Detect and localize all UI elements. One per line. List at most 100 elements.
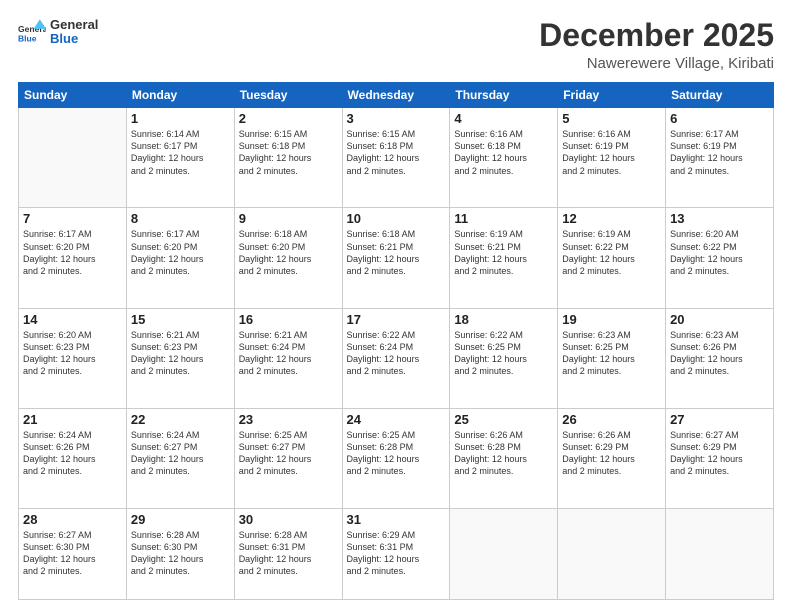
day-info: Sunrise: 6:27 AM Sunset: 6:30 PM Dayligh… <box>23 529 122 578</box>
day-number: 29 <box>131 512 230 527</box>
day-info: Sunrise: 6:20 AM Sunset: 6:22 PM Dayligh… <box>670 228 769 277</box>
logo-general-text: General <box>50 18 98 32</box>
calendar-cell: 28Sunrise: 6:27 AM Sunset: 6:30 PM Dayli… <box>19 509 127 600</box>
calendar-cell: 26 Sunrise: 6:26 AM Sunset: 6:29 PM Dayli… <box>558 408 666 508</box>
calendar-cell: 29 Sunrise: 6:28 AM Sunset: 6:30 PM Dayli… <box>126 509 234 600</box>
day-info: Sunrise: 6:24 AM Sunset: 6:26 PM Dayligh… <box>23 429 122 478</box>
page: General Blue General Blue December 2025 … <box>0 0 792 612</box>
location-title: Nawerewere Village, Kiribati <box>539 55 774 72</box>
day-info: Sunrise: 6:26 AM Sunset: 6:29 PM Dayligh… <box>562 429 661 478</box>
day-number: 13 <box>670 211 769 226</box>
calendar-cell: 21Sunrise: 6:24 AM Sunset: 6:26 PM Dayli… <box>19 408 127 508</box>
day-info: Sunrise: 6:28 AM Sunset: 6:31 PM Dayligh… <box>239 529 338 578</box>
day-number: 23 <box>239 412 338 427</box>
calendar-cell: 25 Sunrise: 6:26 AM Sunset: 6:28 PM Dayli… <box>450 408 558 508</box>
logo-blue-text: Blue <box>50 32 98 46</box>
day-info: Sunrise: 6:20 AM Sunset: 6:23 PM Dayligh… <box>23 329 122 378</box>
col-header-tuesday: Tuesday <box>234 83 342 108</box>
calendar-cell: 4 Sunrise: 6:16 AM Sunset: 6:18 PM Daylig… <box>450 108 558 208</box>
day-info: Sunrise: 6:15 AM Sunset: 6:18 PM Dayligh… <box>239 128 338 177</box>
day-info: Sunrise: 6:29 AM Sunset: 6:31 PM Dayligh… <box>347 529 446 578</box>
calendar-cell <box>558 509 666 600</box>
calendar-cell: 2 Sunrise: 6:15 AM Sunset: 6:18 PM Daylig… <box>234 108 342 208</box>
calendar-cell: 17Sunrise: 6:22 AM Sunset: 6:24 PM Dayli… <box>342 308 450 408</box>
col-header-wednesday: Wednesday <box>342 83 450 108</box>
day-info: Sunrise: 6:17 AM Sunset: 6:19 PM Dayligh… <box>670 128 769 177</box>
calendar-cell: 6 Sunrise: 6:17 AM Sunset: 6:19 PM Daylig… <box>666 108 774 208</box>
calendar-cell <box>450 509 558 600</box>
day-info: Sunrise: 6:27 AM Sunset: 6:29 PM Dayligh… <box>670 429 769 478</box>
day-number: 26 <box>562 412 661 427</box>
col-header-thursday: Thursday <box>450 83 558 108</box>
day-info: Sunrise: 6:26 AM Sunset: 6:28 PM Dayligh… <box>454 429 553 478</box>
calendar-week-row: 14 Sunrise: 6:20 AM Sunset: 6:23 PM Dayli… <box>19 308 774 408</box>
col-header-saturday: Saturday <box>666 83 774 108</box>
calendar-cell: 15 Sunrise: 6:21 AM Sunset: 6:23 PM Dayli… <box>126 308 234 408</box>
day-info: Sunrise: 6:16 AM Sunset: 6:19 PM Dayligh… <box>562 128 661 177</box>
logo-icon: General Blue <box>18 18 46 46</box>
day-number: 2 <box>239 111 338 126</box>
day-number: 30 <box>239 512 338 527</box>
day-info: Sunrise: 6:23 AM Sunset: 6:26 PM Dayligh… <box>670 329 769 378</box>
calendar-cell: 11 Sunrise: 6:19 AM Sunset: 6:21 PM Dayli… <box>450 208 558 308</box>
day-number: 20 <box>670 312 769 327</box>
calendar-cell: 14 Sunrise: 6:20 AM Sunset: 6:23 PM Dayli… <box>19 308 127 408</box>
day-info: Sunrise: 6:19 AM Sunset: 6:21 PM Dayligh… <box>454 228 553 277</box>
day-number: 1 <box>131 111 230 126</box>
col-header-friday: Friday <box>558 83 666 108</box>
day-number: 22 <box>131 412 230 427</box>
calendar-cell: 5 Sunrise: 6:16 AM Sunset: 6:19 PM Daylig… <box>558 108 666 208</box>
day-number: 8 <box>131 211 230 226</box>
calendar-cell: 1Sunrise: 6:14 AM Sunset: 6:17 PM Daylig… <box>126 108 234 208</box>
calendar-cell: 13 Sunrise: 6:20 AM Sunset: 6:22 PM Dayli… <box>666 208 774 308</box>
calendar-cell: 3Sunrise: 6:15 AM Sunset: 6:18 PM Daylig… <box>342 108 450 208</box>
day-info: Sunrise: 6:28 AM Sunset: 6:30 PM Dayligh… <box>131 529 230 578</box>
calendar-cell <box>666 509 774 600</box>
day-number: 5 <box>562 111 661 126</box>
calendar-cell: 18Sunrise: 6:22 AM Sunset: 6:25 PM Dayli… <box>450 308 558 408</box>
calendar-header-row: SundayMondayTuesdayWednesdayThursdayFrid… <box>19 83 774 108</box>
day-number: 6 <box>670 111 769 126</box>
day-number: 9 <box>239 211 338 226</box>
day-number: 15 <box>131 312 230 327</box>
day-number: 12 <box>562 211 661 226</box>
calendar-cell: 31 Sunrise: 6:29 AM Sunset: 6:31 PM Dayli… <box>342 509 450 600</box>
day-number: 25 <box>454 412 553 427</box>
calendar-week-row: 1Sunrise: 6:14 AM Sunset: 6:17 PM Daylig… <box>19 108 774 208</box>
day-number: 10 <box>347 211 446 226</box>
day-number: 11 <box>454 211 553 226</box>
calendar-cell: 20 Sunrise: 6:23 AM Sunset: 6:26 PM Dayli… <box>666 308 774 408</box>
calendar-cell: 16Sunrise: 6:21 AM Sunset: 6:24 PM Dayli… <box>234 308 342 408</box>
col-header-monday: Monday <box>126 83 234 108</box>
day-info: Sunrise: 6:16 AM Sunset: 6:18 PM Dayligh… <box>454 128 553 177</box>
calendar-cell: 12 Sunrise: 6:19 AM Sunset: 6:22 PM Dayli… <box>558 208 666 308</box>
day-info: Sunrise: 6:18 AM Sunset: 6:20 PM Dayligh… <box>239 228 338 277</box>
logo: General Blue General Blue <box>18 18 98 47</box>
day-info: Sunrise: 6:19 AM Sunset: 6:22 PM Dayligh… <box>562 228 661 277</box>
calendar-week-row: 7 Sunrise: 6:17 AM Sunset: 6:20 PM Daylig… <box>19 208 774 308</box>
day-info: Sunrise: 6:17 AM Sunset: 6:20 PM Dayligh… <box>131 228 230 277</box>
day-number: 19 <box>562 312 661 327</box>
month-title: December 2025 <box>539 18 774 53</box>
day-number: 31 <box>347 512 446 527</box>
day-number: 18 <box>454 312 553 327</box>
day-number: 16 <box>239 312 338 327</box>
day-info: Sunrise: 6:25 AM Sunset: 6:27 PM Dayligh… <box>239 429 338 478</box>
day-info: Sunrise: 6:25 AM Sunset: 6:28 PM Dayligh… <box>347 429 446 478</box>
day-info: Sunrise: 6:22 AM Sunset: 6:24 PM Dayligh… <box>347 329 446 378</box>
svg-text:Blue: Blue <box>18 34 37 44</box>
calendar-cell: 9 Sunrise: 6:18 AM Sunset: 6:20 PM Daylig… <box>234 208 342 308</box>
day-number: 27 <box>670 412 769 427</box>
day-info: Sunrise: 6:17 AM Sunset: 6:20 PM Dayligh… <box>23 228 122 277</box>
col-header-sunday: Sunday <box>19 83 127 108</box>
title-section: December 2025 Nawerewere Village, Kiriba… <box>539 18 774 72</box>
day-info: Sunrise: 6:18 AM Sunset: 6:21 PM Dayligh… <box>347 228 446 277</box>
day-number: 7 <box>23 211 122 226</box>
day-info: Sunrise: 6:21 AM Sunset: 6:23 PM Dayligh… <box>131 329 230 378</box>
calendar-cell: 24Sunrise: 6:25 AM Sunset: 6:28 PM Dayli… <box>342 408 450 508</box>
day-number: 4 <box>454 111 553 126</box>
calendar-cell: 10 Sunrise: 6:18 AM Sunset: 6:21 PM Dayli… <box>342 208 450 308</box>
day-info: Sunrise: 6:15 AM Sunset: 6:18 PM Dayligh… <box>347 128 446 177</box>
day-number: 14 <box>23 312 122 327</box>
day-info: Sunrise: 6:24 AM Sunset: 6:27 PM Dayligh… <box>131 429 230 478</box>
